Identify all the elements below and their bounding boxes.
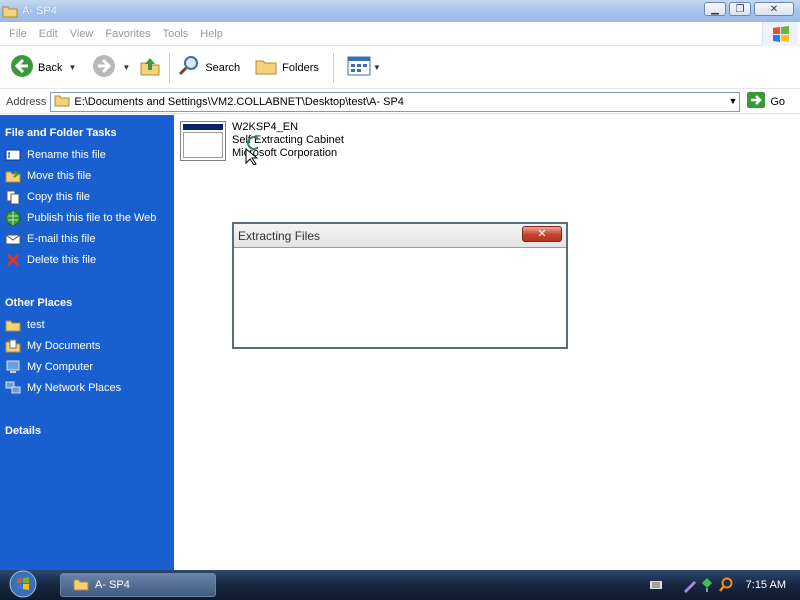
publish-web-link[interactable]: Publish this file to the Web: [0, 208, 174, 229]
delete-icon: [5, 252, 21, 268]
network-tray-icon[interactable]: [700, 577, 714, 593]
mouse-cursor-icon: [244, 135, 261, 168]
address-field[interactable]: E:\Documents and Settings\VM2.COLLABNET\…: [50, 91, 741, 112]
email-file-link[interactable]: E-mail this file: [0, 229, 174, 250]
taskbar: A- SP4 7:15 AM: [0, 570, 800, 600]
menu-view[interactable]: View: [64, 28, 100, 40]
up-folder-button[interactable]: [134, 52, 166, 84]
menu-edit[interactable]: Edit: [33, 28, 64, 40]
windows-logo-icon: [762, 22, 798, 46]
minimize-icon: ▁: [711, 3, 719, 15]
address-label: Address: [6, 95, 47, 108]
views-button[interactable]: ▼: [343, 52, 385, 84]
go-button[interactable]: Go: [746, 91, 785, 112]
back-dropdown-icon[interactable]: ▼: [68, 63, 76, 72]
views-icon: [347, 56, 371, 79]
window-title: A- SP4: [22, 5, 57, 17]
forward-dropdown-icon[interactable]: ▼: [122, 63, 130, 72]
go-arrow-icon: [746, 91, 766, 112]
my-documents-icon: [5, 338, 21, 354]
rename-file-link[interactable]: Rename this file: [0, 145, 174, 166]
toolbar: Back ▼ ▼ Search Folders ▼: [0, 47, 800, 89]
file-item[interactable]: W2KSP4_EN Self Extracting Cabinet Micros…: [180, 121, 344, 161]
dialog-title: Extracting Files: [234, 224, 566, 248]
close-icon: ✕: [537, 228, 547, 240]
place-my-documents-link[interactable]: My Documents: [0, 336, 174, 357]
taskbar-window-label: A- SP4: [95, 579, 130, 591]
folders-button[interactable]: Folders: [250, 52, 323, 84]
search-tray-icon[interactable]: [718, 577, 734, 593]
forward-arrow-icon: [92, 54, 116, 81]
address-path: E:\Documents and Settings\VM2.COLLABNET\…: [74, 95, 404, 108]
back-label: Back: [38, 61, 63, 74]
move-icon: [5, 168, 21, 184]
place-test-link[interactable]: test: [0, 315, 174, 336]
copy-icon: [5, 189, 21, 205]
email-icon: [5, 231, 21, 247]
forward-button[interactable]: ▼: [88, 52, 134, 84]
copy-file-link[interactable]: Copy this file: [0, 187, 174, 208]
other-places-heading: Other Places: [5, 297, 73, 309]
toolbar-separator: [332, 52, 334, 83]
close-icon: ✕: [769, 3, 779, 15]
minimize-button[interactable]: ▁: [704, 2, 726, 16]
search-icon: [177, 54, 201, 81]
toolbar-separator: [169, 52, 171, 83]
delete-file-link[interactable]: Delete this file: [0, 250, 174, 271]
folders-label: Folders: [282, 61, 319, 74]
file-folder-tasks-heading: File and Folder Tasks: [5, 127, 117, 139]
place-my-computer-link[interactable]: My Computer: [0, 357, 174, 378]
dialog-close-button[interactable]: ✕: [522, 226, 562, 242]
address-dropdown-icon[interactable]: ▼: [728, 96, 737, 106]
up-folder-icon: [138, 54, 162, 81]
network-places-icon: [5, 380, 21, 396]
move-file-link[interactable]: Move this file: [0, 166, 174, 187]
folder-icon: [73, 577, 89, 594]
menu-help[interactable]: Help: [194, 28, 229, 40]
folder-icon: [54, 93, 70, 110]
extracting-files-dialog: Extracting Files ✕: [232, 222, 568, 349]
folders-icon: [254, 54, 278, 81]
folder-icon: [2, 4, 18, 18]
menu-bar: File Edit View Favorites Tools Help: [0, 22, 800, 46]
back-arrow-icon: [10, 54, 34, 81]
taskbar-window-button[interactable]: A- SP4: [60, 573, 216, 597]
menu-tools[interactable]: Tools: [157, 28, 195, 40]
file-name: W2KSP4_EN: [232, 121, 299, 133]
views-dropdown-icon[interactable]: ▼: [373, 63, 381, 72]
start-button[interactable]: [0, 570, 46, 600]
my-computer-icon: [5, 359, 21, 375]
task-pane: File and Folder Tasks Rename this file M…: [0, 115, 174, 570]
cabinet-file-icon: [180, 121, 226, 161]
menu-favorites[interactable]: Favorites: [99, 28, 156, 40]
keyboard-icon[interactable]: [649, 580, 662, 590]
search-button[interactable]: Search: [173, 52, 244, 84]
rename-icon: [5, 147, 21, 163]
pen-tool-icon[interactable]: [682, 577, 698, 593]
close-button[interactable]: ✕: [754, 2, 794, 16]
maximize-button[interactable]: ❐: [729, 2, 751, 16]
place-network-places-link[interactable]: My Network Places: [0, 378, 174, 399]
restore-icon: ❐: [735, 3, 745, 15]
system-tray: 7:15 AM: [642, 570, 800, 600]
folder-icon: [5, 317, 21, 333]
title-bar: A- SP4 ▁ ❐ ✕: [0, 0, 800, 22]
details-heading[interactable]: Details: [0, 413, 174, 443]
menu-file[interactable]: File: [0, 28, 33, 40]
publish-web-icon: [5, 210, 21, 226]
windows-orb-icon: [8, 570, 38, 600]
back-button[interactable]: Back ▼: [6, 52, 80, 84]
search-label: Search: [205, 61, 241, 74]
address-bar: Address E:\Documents and Settings\VM2.CO…: [0, 90, 800, 114]
clock: 7:15 AM: [745, 579, 786, 591]
go-label: Go: [770, 95, 786, 108]
